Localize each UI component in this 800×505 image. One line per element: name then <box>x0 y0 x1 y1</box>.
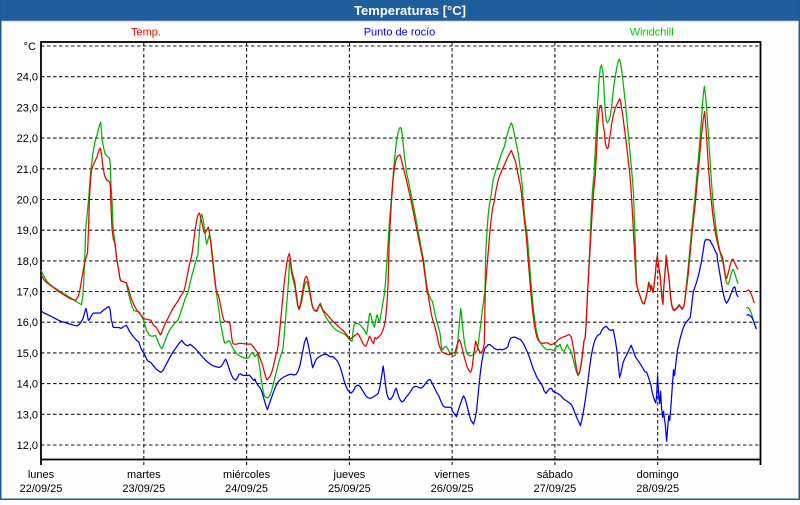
svg-text:23,0: 23,0 <box>17 102 38 114</box>
svg-text:15,0: 15,0 <box>17 348 38 360</box>
svg-text:22/09/25: 22/09/25 <box>20 483 63 495</box>
svg-text:19,0: 19,0 <box>17 225 38 237</box>
svg-text:Punto de rocío: Punto de rocío <box>364 27 436 39</box>
svg-text:18,0: 18,0 <box>17 256 38 268</box>
svg-text:24/09/25: 24/09/25 <box>225 483 268 495</box>
svg-text:Temp.: Temp. <box>131 27 161 39</box>
svg-text:28/09/25: 28/09/25 <box>636 483 679 495</box>
svg-text:miércoles: miércoles <box>223 469 271 481</box>
svg-text:martes: martes <box>127 469 161 481</box>
svg-text:jueves: jueves <box>333 469 366 481</box>
svg-text:23/09/25: 23/09/25 <box>122 483 165 495</box>
svg-text:20,0: 20,0 <box>17 195 38 207</box>
svg-text:domingo: domingo <box>637 469 679 481</box>
svg-text:sábado: sábado <box>537 469 573 481</box>
svg-text:12,0: 12,0 <box>17 440 38 452</box>
svg-text:°C: °C <box>24 41 36 53</box>
svg-text:26/09/25: 26/09/25 <box>431 483 474 495</box>
svg-text:Windchill: Windchill <box>630 27 674 39</box>
svg-text:lunes: lunes <box>28 469 55 481</box>
svg-text:22,0: 22,0 <box>17 133 38 145</box>
svg-text:16,0: 16,0 <box>17 317 38 329</box>
svg-text:27/09/25: 27/09/25 <box>533 483 576 495</box>
svg-text:14,0: 14,0 <box>17 379 38 391</box>
svg-text:viernes: viernes <box>434 469 470 481</box>
svg-text:24,0: 24,0 <box>17 72 38 84</box>
svg-text:17,0: 17,0 <box>17 287 38 299</box>
svg-text:25/09/25: 25/09/25 <box>328 483 371 495</box>
svg-text:21,0: 21,0 <box>17 164 38 176</box>
svg-text:13,0: 13,0 <box>17 409 38 421</box>
svg-text:Temperaturas [°C]: Temperaturas [°C] <box>354 3 466 18</box>
